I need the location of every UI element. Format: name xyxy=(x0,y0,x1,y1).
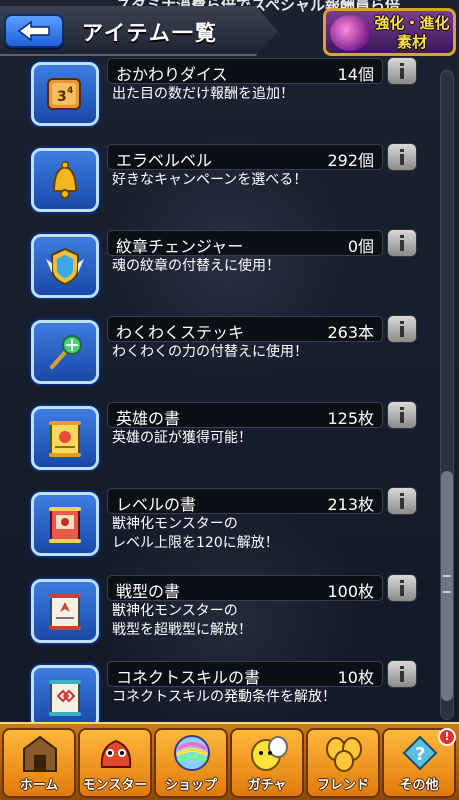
other-icon: ? xyxy=(398,733,442,773)
battle-type-scroll-icon xyxy=(31,579,99,643)
item-count: 100枚 xyxy=(327,582,374,601)
item-name: レベルの書 xyxy=(116,495,197,514)
item-name: おかわりダイス xyxy=(116,65,228,84)
list-item[interactable]: 紋章チェンジャー 0個 魂の紋章の付替えに使用！ xyxy=(0,229,459,314)
item-name: 戦型の書 xyxy=(116,582,181,601)
back-arrow-icon xyxy=(17,20,50,42)
nav-gacha[interactable]: ガチャ xyxy=(230,728,304,798)
info-button[interactable] xyxy=(387,660,417,688)
scrollbar-grip xyxy=(443,575,451,593)
enhance-materials-button[interactable]: 強化・進化 素材 xyxy=(323,8,456,56)
item-name-bar: エラベルベル 292個 xyxy=(107,144,383,170)
item-name: エラベルベル xyxy=(116,151,213,170)
item-name-bar: 紋章チェンジャー 0個 xyxy=(107,230,383,256)
info-icon xyxy=(400,321,404,337)
item-name: 紋章チェンジャー xyxy=(116,237,244,256)
list-item[interactable]: 34 おかわりダイス 14個 出た目の数だけ報酬を追加！ xyxy=(0,57,459,142)
nav-gacha-label: ガチャ xyxy=(247,778,287,793)
item-count: 213枚 xyxy=(327,495,374,514)
nav-monster-label: モンスター xyxy=(82,778,148,793)
back-button[interactable] xyxy=(4,14,64,48)
page-title: アイテム一覧 xyxy=(82,21,218,45)
monster-icon xyxy=(94,733,138,773)
item-name-bar: コネクトスキルの書 10枚 xyxy=(107,661,383,687)
item-count: 0個 xyxy=(347,237,374,256)
nav-friend[interactable]: フレンド xyxy=(306,728,380,798)
info-button[interactable] xyxy=(387,487,417,515)
enhance-materials-label: 強化・進化 素材 xyxy=(374,14,450,51)
item-description: 出た目の数だけ報酬を追加！ xyxy=(112,86,294,102)
nav-friend-label: フレンド xyxy=(316,778,369,793)
item-count: 263本 xyxy=(327,323,374,342)
item-count: 10枚 xyxy=(337,668,374,687)
info-button[interactable] xyxy=(387,229,417,257)
svg-text:4: 4 xyxy=(67,86,73,96)
item-description: 英雄の証が獲得可能！ xyxy=(112,430,252,446)
item-count: 292個 xyxy=(327,151,374,170)
list-item[interactable]: わくわくステッキ 263本 わくわくの力の付替えに使用！ xyxy=(0,315,459,400)
info-button[interactable] xyxy=(387,401,417,429)
hero-scroll-icon xyxy=(31,406,99,470)
item-name-bar: レベルの書 213枚 xyxy=(107,488,383,514)
info-icon xyxy=(400,493,404,509)
nav-shop[interactable]: ショップ xyxy=(154,728,228,798)
nav-other-label: その他 xyxy=(399,778,439,793)
level-scroll-icon xyxy=(31,492,99,556)
info-icon xyxy=(400,149,404,165)
nav-home-label: ホーム xyxy=(19,778,59,793)
item-description: 獣神化モンスターの レベル上限を120に解放！ xyxy=(112,516,279,551)
connect-skill-scroll-icon xyxy=(31,665,99,729)
bottom-navigation: ホーム モンスター ショップ ガチャ フレンド ? ! その他 xyxy=(0,722,459,800)
item-description: わくわくの力の付替えに使用！ xyxy=(112,344,308,360)
info-button[interactable] xyxy=(387,143,417,171)
item-name: コネクトスキルの書 xyxy=(116,668,261,687)
nav-shop-label: ショップ xyxy=(164,778,217,793)
item-description: 獣神化モンスターの 戦型を超戦型に解放！ xyxy=(112,603,252,638)
enhance-materials-icon xyxy=(330,15,370,51)
info-icon xyxy=(400,666,404,682)
nav-other[interactable]: ? ! その他 xyxy=(382,728,456,798)
item-description: 好きなキャンペーンを選べる！ xyxy=(112,172,308,188)
info-icon xyxy=(400,63,404,79)
item-name-bar: わくわくステッキ 263本 xyxy=(107,316,383,342)
item-name: 英雄の書 xyxy=(116,409,181,428)
info-button[interactable] xyxy=(387,315,417,343)
scrollbar[interactable] xyxy=(440,70,454,720)
item-description: 魂の紋章の付替えに使用！ xyxy=(112,258,280,274)
item-name: わくわくステッキ xyxy=(116,323,245,342)
item-description: コネクトスキルの発動条件を解放！ xyxy=(112,689,336,705)
gacha-icon xyxy=(246,733,290,773)
home-icon xyxy=(18,733,62,773)
notification-badge: ! xyxy=(438,728,456,746)
shop-orb-icon xyxy=(170,733,214,773)
info-button[interactable] xyxy=(387,574,417,602)
friend-icon xyxy=(322,733,366,773)
wand-icon xyxy=(31,320,99,384)
item-name-bar: 英雄の書 125枚 xyxy=(107,402,383,428)
dice-icon: 34 xyxy=(31,62,99,126)
nav-monster[interactable]: モンスター xyxy=(78,728,152,798)
list-item[interactable]: 戦型の書 100枚 獣神化モンスターの 戦型を超戦型に解放！ xyxy=(0,574,459,659)
emblem-changer-icon xyxy=(31,234,99,298)
svg-text:?: ? xyxy=(415,744,425,765)
bell-icon xyxy=(31,148,99,212)
item-count: 14個 xyxy=(337,65,374,84)
info-icon xyxy=(400,235,404,251)
list-item[interactable]: エラベルベル 292個 好きなキャンペーンを選べる！ xyxy=(0,143,459,228)
item-count: 125枚 xyxy=(327,409,374,428)
header: アイテム一覧 強化・進化 素材 xyxy=(0,0,459,62)
nav-home[interactable]: ホーム xyxy=(2,728,76,798)
item-name-bar: 戦型の書 100枚 xyxy=(107,575,383,601)
scrollbar-thumb[interactable] xyxy=(441,471,453,701)
list-item[interactable]: レベルの書 213枚 獣神化モンスターの レベル上限を120に解放！ xyxy=(0,487,459,572)
info-icon xyxy=(400,407,404,423)
list-item[interactable]: 英雄の書 125枚 英雄の証が獲得可能！ xyxy=(0,401,459,486)
info-icon xyxy=(400,580,404,596)
svg-text:3: 3 xyxy=(57,89,67,105)
